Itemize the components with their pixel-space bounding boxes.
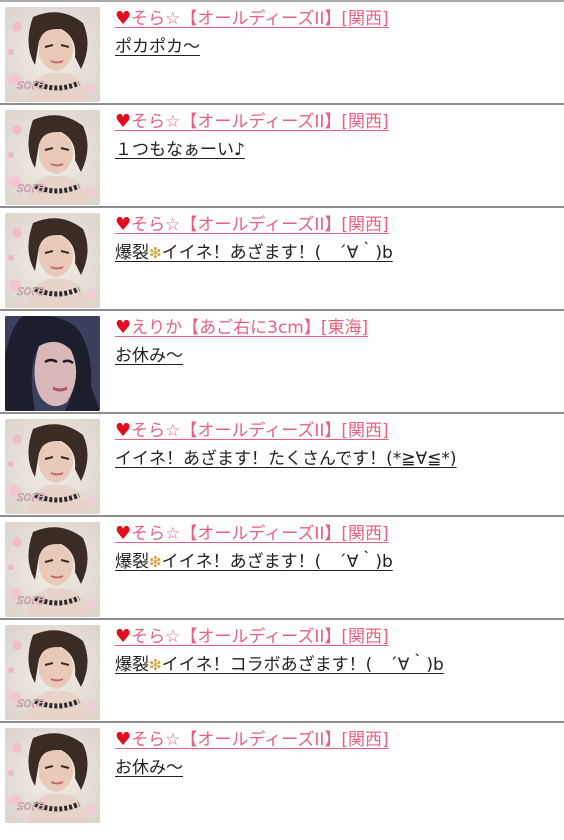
avatar-sora[interactable]: sora	[5, 110, 100, 205]
svg-text:sora: sora	[17, 284, 45, 299]
heart-icon: ♥	[115, 8, 132, 29]
sparkle-icon: ❇	[149, 656, 162, 674]
user-name-link[interactable]: ♥そら☆【オールディーズII】[関西]	[115, 8, 389, 30]
comment-message[interactable]: ポカポカ〜	[115, 36, 200, 58]
comment-message[interactable]: １つもなぁーい♪	[115, 139, 245, 161]
comment-row: sora ♥そら☆【オールディーズII】[関西] 爆裂❇イイネ！あざます！( ´∀…	[0, 206, 564, 309]
user-name-link[interactable]: ♥そら☆【オールディーズII】[関西]	[115, 626, 389, 648]
comment-message[interactable]: 爆裂❇イイネ！あざます！( ´∀｀)b	[115, 551, 393, 573]
message-text: お休み〜	[115, 346, 183, 366]
comment-row: sora ♥そら☆【オールディーズII】[関西] お休み〜	[0, 721, 564, 824]
user-name-label: そら☆【オールディーズII】[関西]	[131, 215, 389, 235]
sparkle-icon: ❇	[149, 553, 162, 571]
svg-text:sora: sora	[17, 593, 45, 608]
heart-icon: ♥	[115, 626, 132, 647]
message-prefix: 爆裂	[115, 552, 149, 572]
message-prefix: 爆裂	[115, 655, 149, 675]
avatar-sora[interactable]: sora	[5, 728, 100, 823]
user-name-link[interactable]: ♥そら☆【オールディーズII】[関西]	[115, 729, 389, 751]
comment-row: sora ♥そら☆【オールディーズII】[関西] ポカポカ〜	[0, 0, 564, 103]
message-text: イイネ！あざます！たくさんです！(*≧∀≦*)	[115, 449, 457, 469]
heart-icon: ♥	[115, 214, 132, 235]
user-name-label: そら☆【オールディーズII】[関西]	[131, 524, 389, 544]
heart-icon: ♥	[115, 111, 132, 132]
comment-row: sora ♥そら☆【オールディーズII】[関西] イイネ！あざます！たくさんです！…	[0, 412, 564, 515]
svg-text:sora: sora	[17, 799, 45, 814]
avatar-sora[interactable]: sora	[5, 213, 100, 308]
avatar-sora[interactable]: sora	[5, 522, 100, 617]
user-name-link[interactable]: ♥そら☆【オールディーズII】[関西]	[115, 111, 389, 133]
comment-row: sora ♥そら☆【オールディーズII】[関西] 爆裂❇イイネ！あざます！( ´∀…	[0, 515, 564, 618]
comment-row: sora ♥そら☆【オールディーズII】[関西] １つもなぁーい♪	[0, 103, 564, 206]
message-prefix: 爆裂	[115, 243, 149, 263]
comment-message[interactable]: イイネ！あざます！たくさんです！(*≧∀≦*)	[115, 448, 457, 470]
avatar-sora[interactable]: sora	[5, 419, 100, 514]
user-name-label: そら☆【オールディーズII】[関西]	[131, 112, 389, 132]
message-text: イイネ！コラボあざます！( ´∀｀)b	[161, 655, 444, 675]
sparkle-icon: ❇	[149, 244, 162, 262]
avatar-sora[interactable]: sora	[5, 7, 100, 102]
user-name-label: そら☆【オールディーズII】[関西]	[131, 9, 389, 29]
user-name-label: そら☆【オールディーズII】[関西]	[131, 730, 389, 750]
user-name-link[interactable]: ♥そら☆【オールディーズII】[関西]	[115, 214, 389, 236]
comment-list: sora ♥そら☆【オールディーズII】[関西] ポカポカ〜 sora ♥そら☆【…	[0, 0, 564, 824]
comment-message[interactable]: お休み〜	[115, 345, 183, 367]
user-name-label: そら☆【オールディーズII】[関西]	[131, 421, 389, 441]
message-text: １つもなぁーい♪	[115, 140, 245, 160]
user-name-label: そら☆【オールディーズII】[関西]	[131, 627, 389, 647]
user-name-link[interactable]: ♥そら☆【オールディーズII】[関西]	[115, 420, 389, 442]
user-name-link[interactable]: ♥えりか【あご右に3cm】[東海]	[115, 317, 368, 339]
heart-icon: ♥	[115, 420, 132, 441]
comment-row: sora ♥そら☆【オールディーズII】[関西] 爆裂❇イイネ！コラボあざます！(…	[0, 618, 564, 721]
comment-message[interactable]: お休み〜	[115, 757, 183, 779]
comment-row: ♥えりか【あご右に3cm】[東海] お休み〜	[0, 309, 564, 412]
comment-message[interactable]: 爆裂❇イイネ！コラボあざます！( ´∀｀)b	[115, 654, 444, 676]
message-text: お休み〜	[115, 758, 183, 778]
user-name-link[interactable]: ♥そら☆【オールディーズII】[関西]	[115, 523, 389, 545]
svg-text:sora: sora	[17, 696, 45, 711]
svg-text:sora: sora	[17, 78, 45, 93]
comment-message[interactable]: 爆裂❇イイネ！あざます！( ´∀｀)b	[115, 242, 393, 264]
heart-icon: ♥	[115, 523, 132, 544]
message-text: イイネ！あざます！( ´∀｀)b	[161, 552, 393, 572]
message-text: イイネ！あざます！( ´∀｀)b	[161, 243, 393, 263]
heart-icon: ♥	[115, 317, 132, 338]
heart-icon: ♥	[115, 729, 132, 750]
message-text: ポカポカ〜	[115, 37, 200, 57]
svg-text:sora: sora	[17, 181, 45, 196]
avatar-sora[interactable]: sora	[5, 625, 100, 720]
svg-text:sora: sora	[17, 490, 45, 505]
user-name-label: えりか【あご右に3cm】[東海]	[131, 318, 369, 338]
avatar-erika[interactable]	[5, 316, 100, 411]
